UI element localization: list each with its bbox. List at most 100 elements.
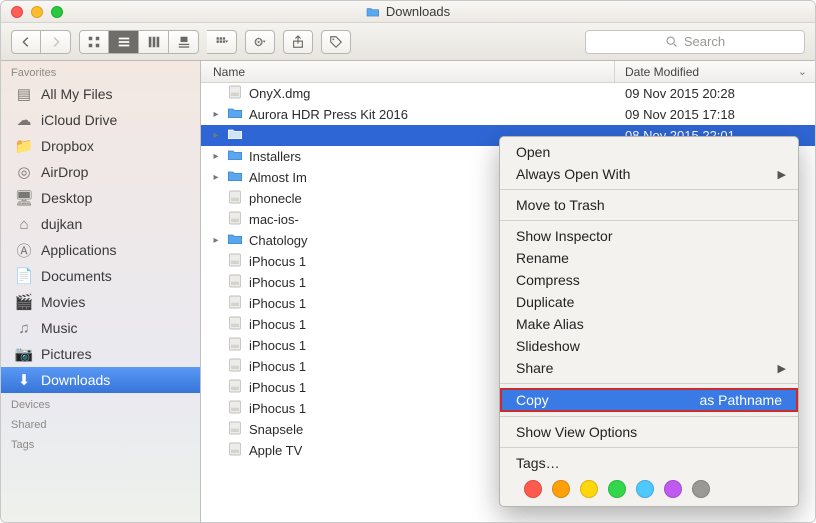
documents-icon: 📄 xyxy=(15,267,33,285)
forward-button[interactable] xyxy=(41,30,71,54)
arrange-group xyxy=(207,30,237,54)
tag-purple[interactable] xyxy=(664,480,682,498)
menu-item-duplicate[interactable]: Duplicate xyxy=(500,291,798,313)
folder-icon xyxy=(227,168,243,187)
music-icon: ♫ xyxy=(15,319,33,337)
column-date-label: Date Modified xyxy=(625,65,699,79)
applications-icon: Ⓐ xyxy=(15,241,33,259)
sidebar-item-applications[interactable]: ⒶApplications xyxy=(1,237,200,263)
submenu-arrow-icon: ▶ xyxy=(778,168,786,181)
tags-button[interactable] xyxy=(321,30,351,54)
action-button[interactable] xyxy=(245,30,275,54)
zoom-window-button[interactable] xyxy=(51,6,63,18)
disclosure-triangle-icon[interactable]: ▸ xyxy=(211,109,221,120)
column-view-button[interactable] xyxy=(139,30,169,54)
sidebar-item-pictures[interactable]: 📷Pictures xyxy=(1,341,200,367)
back-button[interactable] xyxy=(11,30,41,54)
sidebar-header: Favorites xyxy=(1,61,200,81)
sidebar-item-movies[interactable]: 🎬Movies xyxy=(1,289,200,315)
menu-item-label: Open xyxy=(516,144,550,160)
folder-icon xyxy=(227,105,243,124)
window-title: Downloads xyxy=(366,4,450,19)
file-date: 09 Nov 2015 17:18 xyxy=(615,107,815,122)
dmg-icon xyxy=(227,315,243,334)
sidebar: Favorites▤All My Files☁iCloud Drive📁Drop… xyxy=(1,61,201,522)
file-name: OnyX.dmg xyxy=(249,86,310,101)
menu-item-rename[interactable]: Rename xyxy=(500,247,798,269)
search-icon xyxy=(665,35,678,48)
minimize-window-button[interactable] xyxy=(31,6,43,18)
sidebar-item-all-my-files[interactable]: ▤All My Files xyxy=(1,81,200,107)
tag-red[interactable] xyxy=(524,480,542,498)
folder-icon xyxy=(227,231,243,250)
file-row[interactable]: ▸ Aurora HDR Press Kit 2016 09 Nov 2015 17… xyxy=(201,104,815,125)
menu-item-label: Compress xyxy=(516,272,580,288)
file-name: Aurora HDR Press Kit 2016 xyxy=(249,107,408,122)
sidebar-item-label: Dropbox xyxy=(41,138,94,154)
sidebar-item-documents[interactable]: 📄Documents xyxy=(1,263,200,289)
menu-item-show-view-options[interactable]: Show View Options xyxy=(500,421,798,443)
menu-item-label: Share xyxy=(516,360,553,376)
menu-item-make-alias[interactable]: Make Alias xyxy=(500,313,798,335)
sidebar-item-dujkan[interactable]: ⌂dujkan xyxy=(1,211,200,237)
menu-item-open[interactable]: Open xyxy=(500,141,798,163)
menu-item-slideshow[interactable]: Slideshow xyxy=(500,335,798,357)
body: Favorites▤All My Files☁iCloud Drive📁Drop… xyxy=(1,61,815,522)
sidebar-item-label: All My Files xyxy=(41,86,113,102)
coverflow-view-button[interactable] xyxy=(169,30,199,54)
menu-item-copy[interactable]: Copyas Pathname xyxy=(500,388,798,412)
menu-separator xyxy=(500,220,798,221)
menu-separator xyxy=(500,189,798,190)
tag-cyan[interactable] xyxy=(636,480,654,498)
menu-item-move-to-trash[interactable]: Move to Trash xyxy=(500,194,798,216)
column-name[interactable]: Name xyxy=(201,61,615,82)
menu-item-always-open-with[interactable]: Always Open With▶ xyxy=(500,163,798,185)
disclosure-triangle-icon[interactable]: ▸ xyxy=(211,172,221,183)
menu-item-label: Tags… xyxy=(516,455,560,471)
dmg-icon xyxy=(227,420,243,439)
file-name: mac-ios- xyxy=(249,212,299,227)
tag-yellow[interactable] xyxy=(580,480,598,498)
menu-item-show-inspector[interactable]: Show Inspector xyxy=(500,225,798,247)
home-icon: ⌂ xyxy=(15,215,33,233)
dmg-icon xyxy=(227,210,243,229)
file-name: Apple TV xyxy=(249,443,302,458)
folder-icon xyxy=(227,126,243,145)
sidebar-item-dropbox[interactable]: 📁Dropbox xyxy=(1,133,200,159)
file-name: iPhocus 1 xyxy=(249,275,306,290)
file-name: phonecle xyxy=(249,191,302,206)
sidebar-item-airdrop[interactable]: ◎AirDrop xyxy=(1,159,200,185)
file-row[interactable]: OnyX.dmg09 Nov 2015 20:28 xyxy=(201,83,815,104)
menu-separator xyxy=(500,416,798,417)
sidebar-item-label: iCloud Drive xyxy=(41,112,117,128)
file-name-cell: ▸ Aurora HDR Press Kit 2016 xyxy=(201,105,615,124)
sidebar-item-icloud-drive[interactable]: ☁iCloud Drive xyxy=(1,107,200,133)
downloads-icon: ⬇ xyxy=(15,371,33,389)
disclosure-triangle-icon[interactable]: ▸ xyxy=(211,235,221,246)
menu-item-share[interactable]: Share▶ xyxy=(500,357,798,379)
icon-view-button[interactable] xyxy=(79,30,109,54)
sidebar-header: Tags xyxy=(1,433,200,453)
movies-icon: 🎬 xyxy=(15,293,33,311)
dmg-icon xyxy=(227,441,243,460)
menu-item-tags-[interactable]: Tags… xyxy=(500,452,798,474)
column-date-modified[interactable]: Date Modified ⌄ xyxy=(615,61,815,82)
sidebar-header: Devices xyxy=(1,393,200,413)
sidebar-item-music[interactable]: ♫Music xyxy=(1,315,200,341)
menu-item-compress[interactable]: Compress xyxy=(500,269,798,291)
disclosure-triangle-icon[interactable]: ▸ xyxy=(211,130,221,141)
menu-item-label: Duplicate xyxy=(516,294,574,310)
sidebar-item-downloads[interactable]: ⬇Downloads xyxy=(1,367,200,393)
search-field[interactable]: Search xyxy=(585,30,805,54)
file-name-cell: OnyX.dmg xyxy=(201,84,615,103)
tag-gray[interactable] xyxy=(692,480,710,498)
sidebar-item-desktop[interactable]: 🖥Desktop xyxy=(1,185,200,211)
tag-orange[interactable] xyxy=(552,480,570,498)
tag-green[interactable] xyxy=(608,480,626,498)
close-window-button[interactable] xyxy=(11,6,23,18)
list-view-button[interactable] xyxy=(109,30,139,54)
arrange-button[interactable] xyxy=(207,30,237,54)
disclosure-triangle-icon[interactable]: ▸ xyxy=(211,151,221,162)
share-button[interactable] xyxy=(283,30,313,54)
window-title-text: Downloads xyxy=(386,4,450,19)
